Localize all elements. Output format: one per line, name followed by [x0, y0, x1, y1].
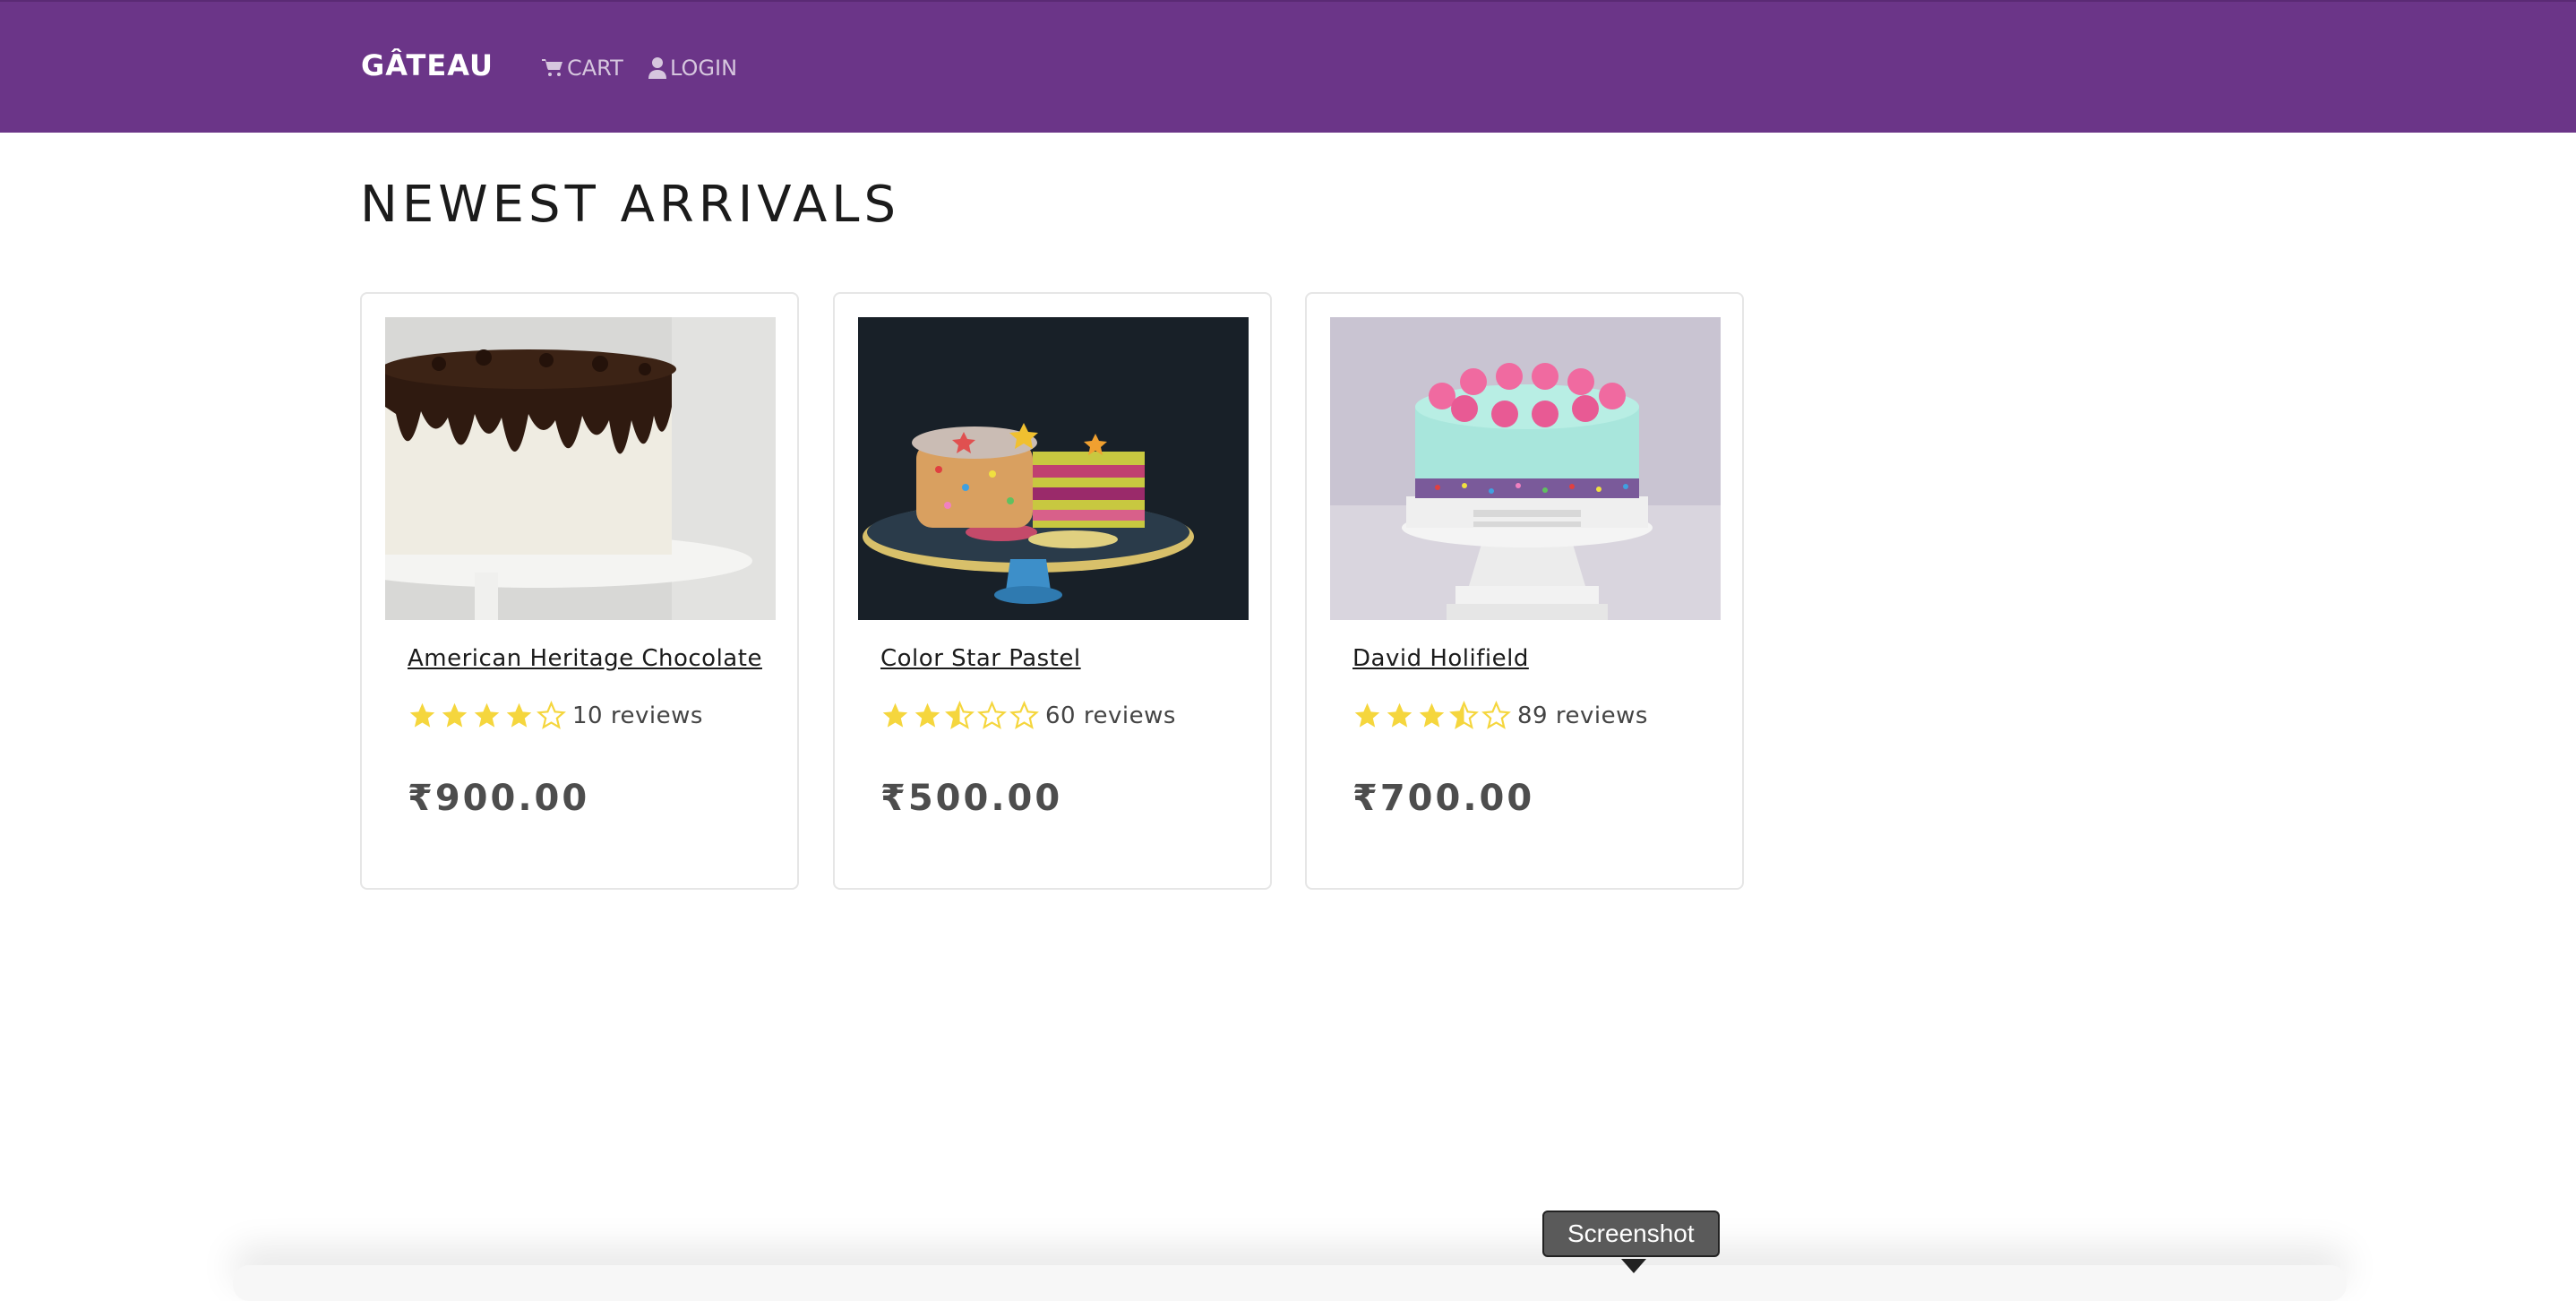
product-card: American Heritage Chocolate 10 reviews ₹… — [360, 292, 799, 890]
star-full-icon — [882, 702, 908, 728]
star-half-icon — [1449, 701, 1479, 729]
star-empty-icon — [977, 701, 1007, 729]
star-full-icon — [1387, 702, 1413, 728]
mint-pink-cake-image — [1330, 317, 1721, 620]
product-image[interactable] — [858, 317, 1249, 620]
nav-cart-label: CART — [567, 56, 623, 81]
star-full-icon — [474, 702, 500, 728]
product-card: Color Star Pastel 60 reviews ₹500.00 — [833, 292, 1272, 890]
star-full-icon — [1354, 702, 1380, 728]
product-price: ₹500.00 — [880, 778, 1063, 819]
product-price: ₹700.00 — [1352, 778, 1535, 819]
star-full-icon — [409, 702, 435, 728]
product-image[interactable] — [1330, 317, 1721, 620]
product-card: David Holifield 89 reviews ₹700.00 — [1305, 292, 1744, 890]
star-full-icon — [914, 702, 940, 728]
sprinkle-star-cake-image — [858, 317, 1249, 620]
star-empty-icon — [537, 701, 566, 729]
review-count: 60 reviews — [1045, 702, 1176, 729]
star-empty-icon — [1009, 701, 1039, 729]
product-image[interactable] — [385, 317, 776, 620]
tooltip-arrow — [1621, 1259, 1646, 1273]
star-full-icon — [442, 702, 468, 728]
screenshot-toolbar — [233, 1265, 2347, 1301]
product-title-link[interactable]: Color Star Pastel — [880, 645, 1081, 672]
product-price: ₹900.00 — [408, 778, 590, 819]
nav-login-label: LOGIN — [670, 56, 738, 81]
screenshot-tooltip: Screenshot — [1542, 1211, 1720, 1257]
star-empty-icon — [1481, 701, 1511, 729]
product-rating: 89 reviews — [1352, 701, 1648, 730]
product-rating: 60 reviews — [880, 701, 1176, 730]
review-count: 89 reviews — [1517, 702, 1648, 729]
star-half-icon — [945, 701, 975, 729]
product-title-link[interactable]: David Holifield — [1352, 645, 1529, 672]
star-full-icon — [1419, 702, 1445, 728]
page-title: NEWEST ARRIVALS — [360, 176, 901, 234]
navbar: GÂTEAU CART LOGIN — [0, 0, 2576, 133]
star-full-icon — [506, 702, 532, 728]
brand-logo-link[interactable]: GÂTEAU — [361, 48, 494, 82]
user-icon — [648, 57, 666, 79]
chocolate-drip-cake-image — [385, 317, 776, 620]
product-rating: 10 reviews — [408, 701, 703, 730]
product-title-link[interactable]: American Heritage Chocolate — [408, 645, 762, 672]
shopping-cart-icon — [542, 59, 562, 76]
review-count: 10 reviews — [572, 702, 703, 729]
nav-login-link[interactable]: LOGIN — [648, 56, 737, 81]
nav-cart-link[interactable]: CART — [542, 56, 623, 81]
